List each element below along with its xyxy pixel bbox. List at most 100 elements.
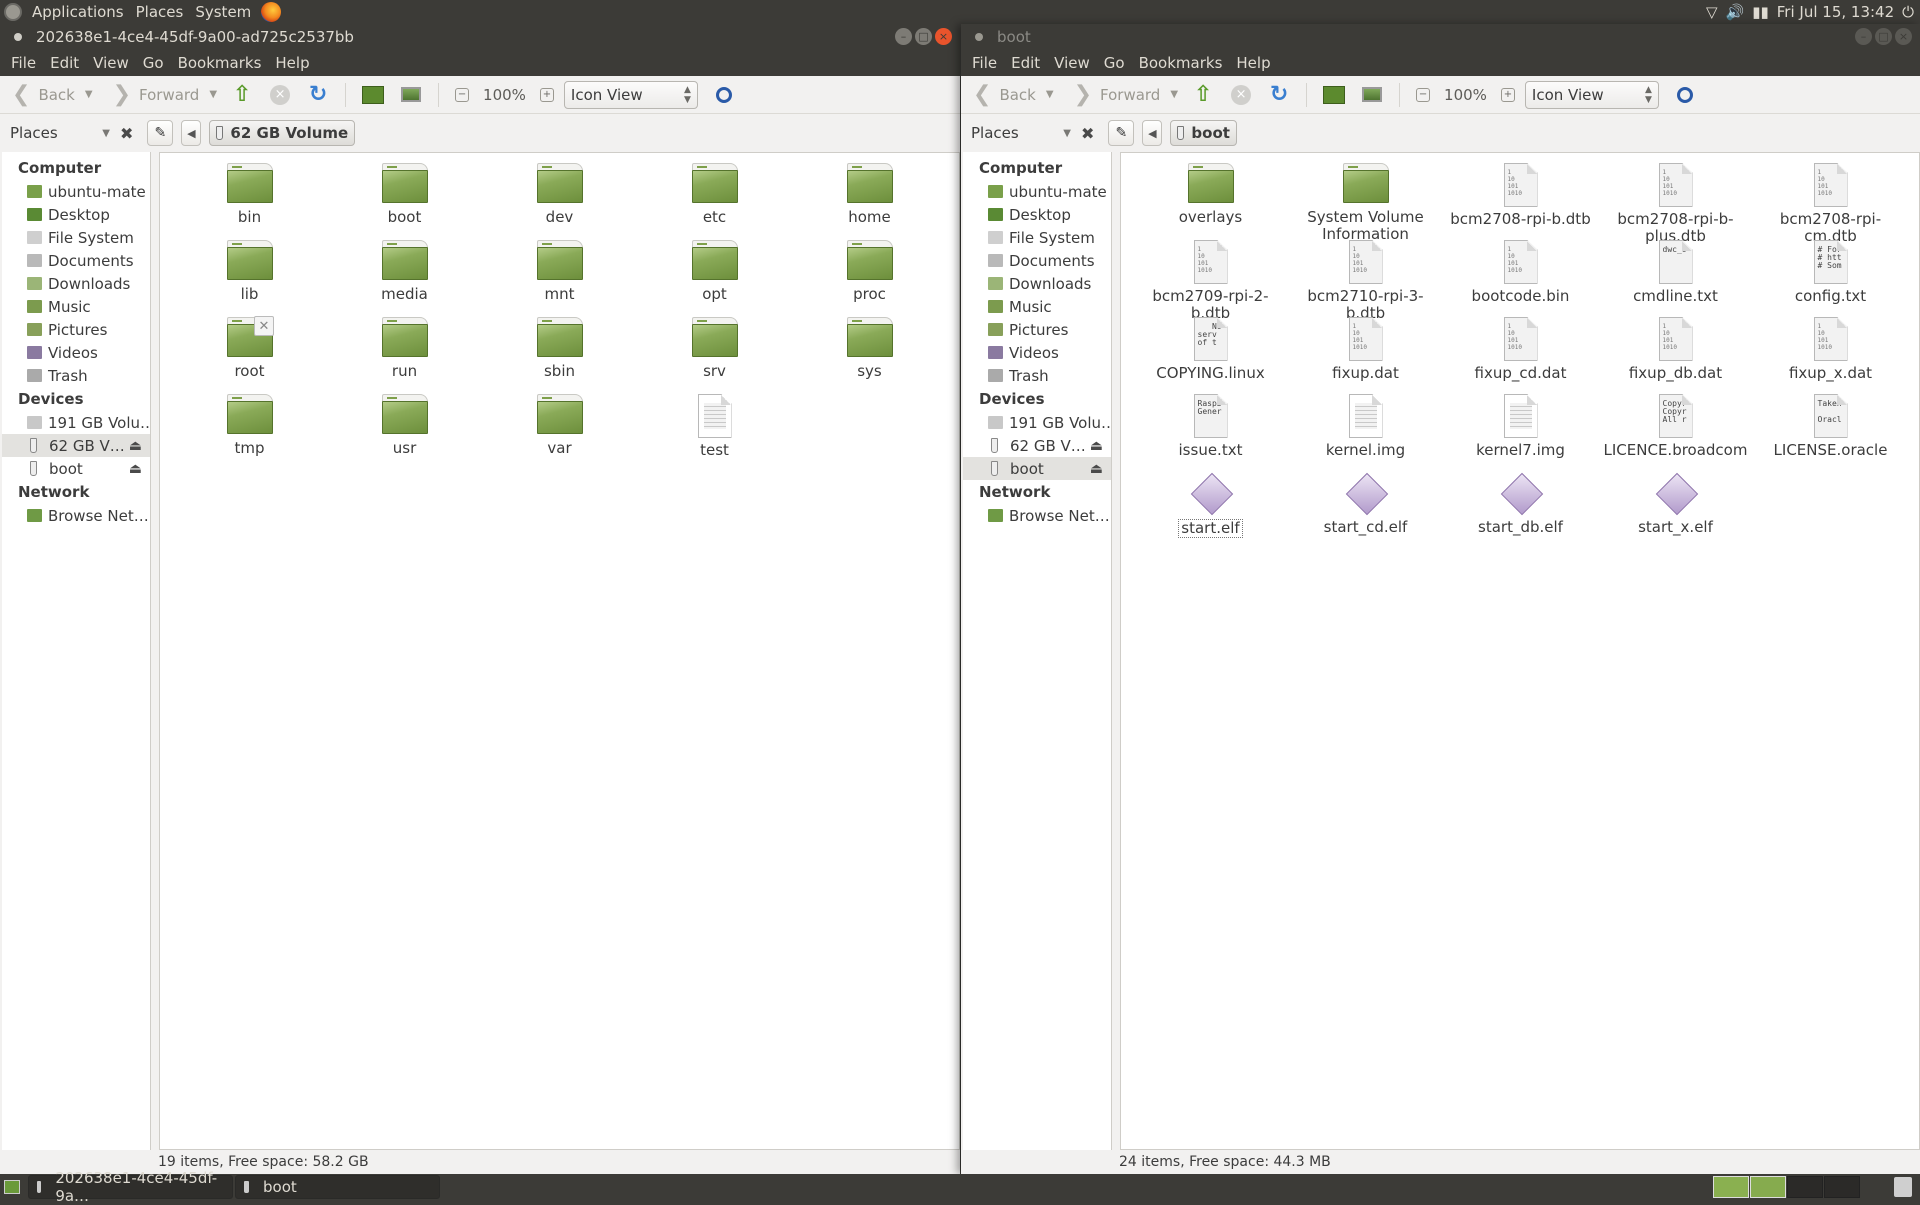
zoom-out-button[interactable]: − [1416, 88, 1430, 102]
sidebar-pane-selector[interactable]: Places▼ [10, 124, 120, 142]
file-icon-view[interactable]: binbootdevetchomelibmediamntoptprocrootr… [159, 152, 960, 1150]
window-titlebar[interactable]: boot –□× [961, 24, 1920, 50]
sidebar-item-pictures[interactable]: Pictures [2, 318, 150, 341]
file-item[interactable]: mnt [482, 240, 637, 303]
power-icon[interactable]: ⏻ [1902, 3, 1914, 21]
file-item[interactable]: 1101011010fixup.dat [1288, 317, 1443, 382]
file-item[interactable]: etc [637, 163, 792, 226]
menu-go[interactable]: Go [1097, 54, 1132, 72]
sidebar-item-documents[interactable]: Documents [963, 249, 1111, 272]
file-icon-view[interactable]: overlaysSystem Volume Information1101011… [1120, 152, 1920, 1150]
task-button-boot[interactable]: boot [235, 1175, 440, 1199]
close-button[interactable]: × [1895, 28, 1912, 45]
edit-location-button[interactable]: ✎ [1108, 120, 1134, 146]
sidebar-item-desktop[interactable]: Desktop [963, 203, 1111, 226]
file-item[interactable]: Taken OraclLICENSE.oracle [1753, 394, 1908, 459]
edit-location-button[interactable]: ✎ [147, 120, 173, 146]
zoom-out-button[interactable]: − [455, 88, 469, 102]
close-sidebar-icon[interactable]: ✖ [1081, 124, 1094, 143]
workspace-2[interactable] [1750, 1176, 1786, 1198]
sidebar-device-2[interactable]: boot⏏ [2, 457, 150, 480]
file-item[interactable]: tmp [172, 394, 327, 457]
eject-icon[interactable]: ⏏ [129, 461, 142, 477]
search-icon[interactable] [1673, 83, 1697, 107]
file-item[interactable]: 1101011010bootcode.bin [1443, 240, 1598, 305]
sidebar-item-desktop[interactable]: Desktop [2, 203, 150, 226]
file-item[interactable]: Copyr Copyr All rLICENCE.broadcom [1598, 394, 1753, 459]
dropdown-arrow-icon[interactable]: ▼ [85, 89, 93, 100]
sidebar-item-browse-network[interactable]: Browse Net… [2, 504, 150, 527]
file-item[interactable]: proc [792, 240, 947, 303]
stop-icon[interactable]: × [268, 83, 292, 107]
file-item[interactable]: 1101011010bcm2709-rpi-2-b.dtb [1133, 240, 1288, 322]
sidebar-item-music[interactable]: Music [963, 295, 1111, 318]
back-button[interactable]: ❮Back▼ [8, 80, 97, 110]
zoom-level[interactable]: 100% [1444, 86, 1487, 104]
panel-menu-applications[interactable]: Applications [26, 3, 130, 21]
minimize-button[interactable]: – [895, 28, 912, 45]
file-item[interactable]: test [637, 394, 792, 459]
file-item[interactable]: NO serv of tCOPYING.linux [1133, 317, 1288, 382]
trash-applet-icon[interactable] [1894, 1177, 1912, 1197]
close-sidebar-icon[interactable]: ✖ [120, 124, 133, 143]
file-item[interactable]: var [482, 394, 637, 457]
file-item[interactable]: 1101011010bcm2708-rpi-b-plus.dtb [1598, 163, 1753, 245]
pane-splitter[interactable] [1112, 152, 1120, 1150]
close-button[interactable]: × [935, 28, 952, 45]
file-item[interactable]: usr [327, 394, 482, 457]
eject-icon[interactable]: ⏏ [129, 438, 142, 454]
sidebar-item-trash[interactable]: Trash [2, 364, 150, 387]
dismiss-tooltip-button[interactable]: ✕ [254, 316, 274, 336]
maximize-button[interactable]: □ [915, 28, 932, 45]
file-item[interactable]: 1101011010fixup_x.dat [1753, 317, 1908, 382]
sidebar-item-music[interactable]: Music [2, 295, 150, 318]
firefox-launcher-icon[interactable] [261, 2, 281, 22]
sidebar-device-0[interactable]: 191 GB Volu… [963, 411, 1111, 434]
file-item[interactable]: overlays [1133, 163, 1288, 226]
file-item[interactable]: sys [792, 317, 947, 380]
workspace-4[interactable] [1824, 1176, 1860, 1198]
maximize-button[interactable]: □ [1875, 28, 1892, 45]
sidebar-device-2[interactable]: boot⏏ [963, 457, 1111, 480]
sidebar-item-ubuntu-mate[interactable]: ubuntu-mate [963, 180, 1111, 203]
battery-icon[interactable]: ▮▮ [1752, 3, 1769, 21]
ubuntu-mate-logo-icon[interactable] [4, 3, 22, 21]
zoom-level[interactable]: 100% [483, 86, 526, 104]
file-item[interactable]: 1101011010bcm2708-rpi-cm.dtb [1753, 163, 1908, 245]
file-item[interactable]: 1101011010bcm2710-rpi-3-b.dtb [1288, 240, 1443, 322]
home-folder-icon[interactable] [1322, 83, 1346, 107]
reload-icon[interactable]: ↻ [306, 83, 330, 107]
file-item[interactable]: srv [637, 317, 792, 380]
back-button[interactable]: ❮Back▼ [969, 80, 1058, 110]
menu-go[interactable]: Go [136, 54, 171, 72]
path-scroll-left-button[interactable]: ◀ [181, 120, 201, 146]
workspace-3[interactable] [1787, 1176, 1823, 1198]
breadcrumb-current[interactable]: boot [1170, 120, 1237, 146]
menu-view[interactable]: View [1047, 54, 1097, 72]
file-item[interactable]: media [327, 240, 482, 303]
file-item[interactable]: 1101011010bcm2708-rpi-b.dtb [1443, 163, 1598, 228]
dropdown-arrow-icon[interactable]: ▼ [1046, 89, 1054, 100]
file-item[interactable]: kernel7.img [1443, 394, 1598, 459]
file-item[interactable]: boot [327, 163, 482, 226]
file-item[interactable]: kernel.img [1288, 394, 1443, 459]
sidebar-item-videos[interactable]: Videos [2, 341, 150, 364]
file-item[interactable]: start.elf [1133, 471, 1288, 538]
workspace-1[interactable] [1713, 1176, 1749, 1198]
file-item[interactable]: start_x.elf [1598, 471, 1753, 536]
sidebar-item-file-system[interactable]: File System [963, 226, 1111, 249]
file-item[interactable]: System Volume Information [1288, 163, 1443, 243]
sidebar-item-documents[interactable]: Documents [2, 249, 150, 272]
file-item[interactable]: # For # htt # Somconfig.txt [1753, 240, 1908, 305]
menu-bookmarks[interactable]: Bookmarks [171, 54, 269, 72]
zoom-in-button[interactable]: + [540, 88, 554, 102]
sidebar-item-trash[interactable]: Trash [963, 364, 1111, 387]
computer-icon[interactable] [399, 83, 423, 107]
panel-menu-places[interactable]: Places [130, 3, 190, 21]
file-item[interactable]: dev [482, 163, 637, 226]
view-mode-select[interactable]: Icon View▲▼ [1525, 81, 1659, 109]
pane-splitter[interactable] [151, 152, 159, 1150]
volume-icon[interactable]: 🔊 [1726, 3, 1745, 21]
file-item[interactable]: lib [172, 240, 327, 303]
sidebar-pane-selector[interactable]: Places▼ [971, 124, 1081, 142]
